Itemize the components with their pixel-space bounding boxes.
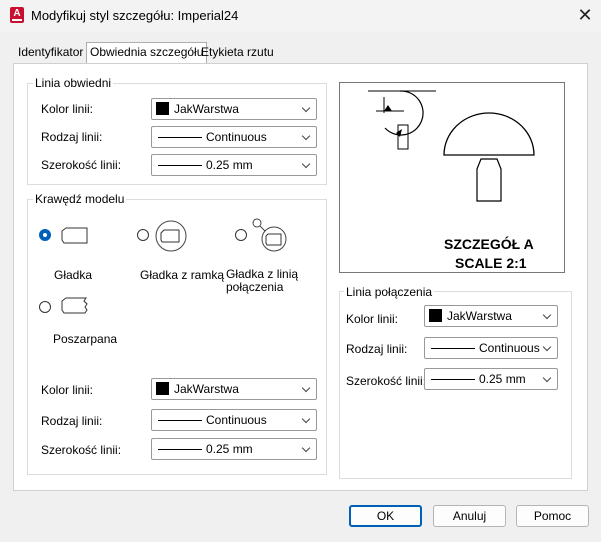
boundary-type-value: Continuous <box>206 130 267 144</box>
tab-identyfikator[interactable]: Identyfikator <box>18 43 83 62</box>
jagged-edge-icon <box>58 292 90 320</box>
tab-obwiednia-szczegolu[interactable]: Obwiednia szczegółu <box>86 42 208 63</box>
connection-weight-label: Szerokość linii: <box>346 374 427 388</box>
connection-color-select[interactable]: JakWarstwa <box>424 305 558 327</box>
connection-color-value: JakWarstwa <box>447 309 512 323</box>
boundary-color-label: Kolor linii: <box>41 102 94 116</box>
chevron-down-icon <box>301 103 311 113</box>
connection-weight-select[interactable]: 0.25 mm <box>424 368 558 390</box>
boundary-type-select[interactable]: Continuous <box>151 126 317 148</box>
chevron-down-icon <box>301 383 311 393</box>
boundary-group-label: Linia obwiedni <box>33 76 114 90</box>
smooth-edge-connection-icon <box>252 218 287 252</box>
window-title: Modyfikuj styl szczegółu: Imperial24 <box>31 8 239 23</box>
preview-scale: SCALE 2:1 <box>455 255 527 271</box>
boundary-type-label: Rodzaj linii: <box>41 130 103 144</box>
edge-type-value: Continuous <box>206 413 267 427</box>
boundary-color-select[interactable]: JakWarstwa <box>151 98 317 120</box>
boundary-weight-value: 0.25 mm <box>206 158 253 172</box>
lineweight-sample <box>431 379 475 380</box>
ok-button[interactable]: OK <box>349 505 422 527</box>
connection-type-select[interactable]: Continuous <box>424 337 558 359</box>
detail-preview: SZCZEGÓŁ A SCALE 2:1 <box>339 82 565 273</box>
chevron-down-icon <box>301 443 311 453</box>
app-logo-icon: A <box>10 7 24 23</box>
edge-type-select[interactable]: Continuous <box>151 409 317 431</box>
lineweight-sample <box>158 449 202 450</box>
chevron-down-icon <box>542 342 552 352</box>
help-button[interactable]: Pomoc <box>516 505 589 527</box>
connection-color-label: Kolor linii: <box>346 312 399 326</box>
connection-type-value: Continuous <box>479 341 540 355</box>
chevron-down-icon <box>301 159 311 169</box>
edge-color-value: JakWarstwa <box>174 382 239 396</box>
smooth-edge-icon <box>58 222 90 250</box>
connection-weight-value: 0.25 mm <box>479 372 526 386</box>
chevron-down-icon <box>301 414 311 424</box>
boundary-weight-label: Szerokość linii: <box>41 158 122 172</box>
linetype-sample <box>158 137 202 138</box>
title-bar: A Modyfikuj styl szczegółu: Imperial24 ✕ <box>0 0 601 32</box>
color-swatch <box>429 309 442 322</box>
edge-color-select[interactable]: JakWarstwa <box>151 378 317 400</box>
edge-color-label: Kolor linii: <box>41 383 94 397</box>
linetype-sample <box>158 420 202 421</box>
chevron-down-icon <box>301 131 311 141</box>
close-icon[interactable]: ✕ <box>574 4 596 26</box>
tab-etykieta-rzutu[interactable]: Etykieta rzutu <box>201 43 274 62</box>
chevron-down-icon <box>542 310 552 320</box>
preview-title: SZCZEGÓŁ A <box>444 236 534 252</box>
edge-weight-select[interactable]: 0.25 mm <box>151 438 317 460</box>
option-gladka-label: Gładka <box>54 268 93 282</box>
boundary-color-value: JakWarstwa <box>174 102 239 116</box>
option-gladka-z-linia-label: Gładka z linią połączenia <box>226 267 299 294</box>
connection-group-label: Linia połączenia <box>344 285 435 299</box>
model-edge-group-label: Krawędź modelu <box>33 192 127 206</box>
cancel-button[interactable]: Anuluj <box>433 505 506 527</box>
option-poszarpana-label: Poszarpana <box>53 332 118 346</box>
smooth-edge-frame-icon <box>155 220 187 252</box>
linetype-sample <box>431 348 475 349</box>
edge-weight-value: 0.25 mm <box>206 442 253 456</box>
edge-weight-label: Szerokość linii: <box>41 443 122 457</box>
connection-type-label: Rodzaj linii: <box>346 342 408 356</box>
chevron-down-icon <box>542 373 552 383</box>
lineweight-sample <box>158 165 202 166</box>
radio-poszarpana[interactable] <box>39 301 51 313</box>
edge-type-label: Rodzaj linii: <box>41 414 103 428</box>
color-swatch <box>156 382 169 395</box>
radio-gladka[interactable] <box>39 229 51 241</box>
option-gladka-z-ramka-label: Gładka z ramką <box>140 268 225 282</box>
boundary-weight-select[interactable]: 0.25 mm <box>151 154 317 176</box>
radio-gladka-z-ramka[interactable] <box>137 229 149 241</box>
color-swatch <box>156 102 169 115</box>
radio-gladka-z-linia[interactable] <box>235 229 247 241</box>
